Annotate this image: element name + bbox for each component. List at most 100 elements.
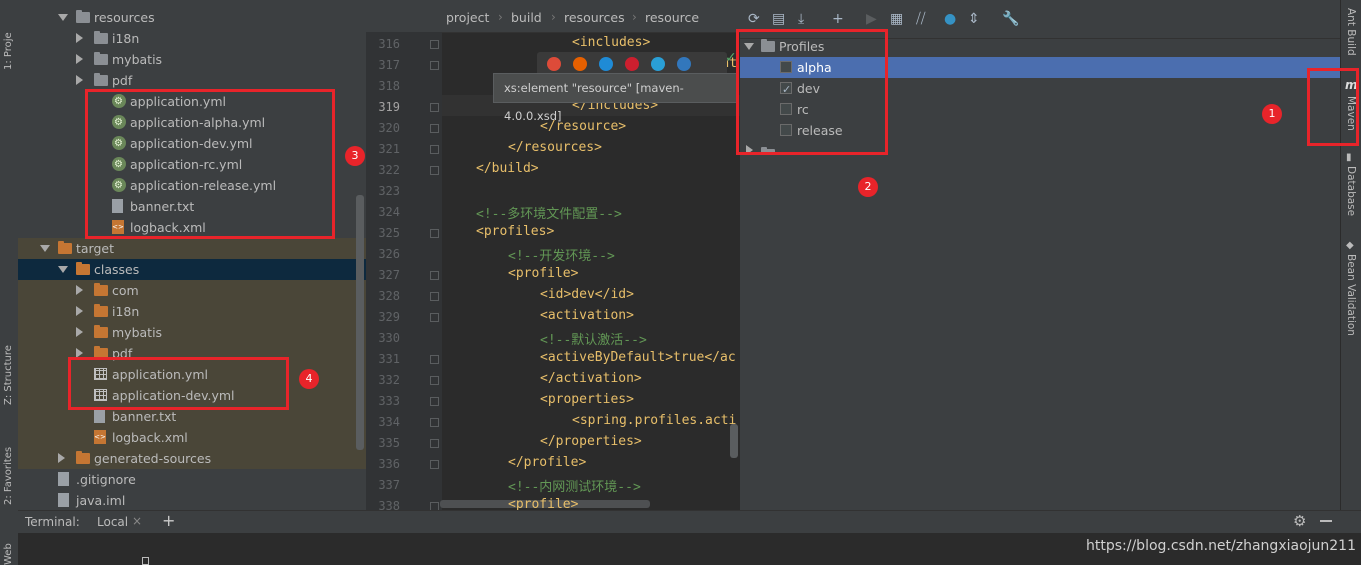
fold-marker-icon[interactable] xyxy=(430,418,439,427)
breadcrumb-item-resource[interactable]: resource xyxy=(645,10,699,25)
fold-marker-icon[interactable] xyxy=(430,271,439,280)
line-number: 316 xyxy=(378,37,400,51)
fold-marker-icon[interactable] xyxy=(430,397,439,406)
close-tab-icon[interactable]: × xyxy=(132,514,142,528)
fold-marker-icon[interactable] xyxy=(430,292,439,301)
tree-row-label: i18n xyxy=(112,31,140,46)
folder-icon xyxy=(76,451,90,464)
tree-row[interactable]: target xyxy=(18,238,366,259)
terminal-cursor xyxy=(142,557,149,565)
generate-sources-icon[interactable]: ▤ xyxy=(772,11,785,27)
tree-row[interactable]: <> logback.xml xyxy=(18,427,366,448)
project-scrollbar[interactable] xyxy=(356,195,364,450)
folder-icon xyxy=(94,52,108,65)
tree-row-label: target xyxy=(76,241,115,256)
tree-row[interactable]: classes xyxy=(18,259,366,280)
opera-icon[interactable] xyxy=(625,57,639,71)
fold-marker-icon[interactable] xyxy=(430,229,439,238)
annotation-badge-1: 1 xyxy=(1262,104,1282,124)
chevron-right-icon[interactable] xyxy=(76,54,83,64)
chevron-down-icon[interactable] xyxy=(58,14,68,21)
chevron-down-icon[interactable] xyxy=(58,266,68,273)
line-number: 324 xyxy=(378,205,400,219)
breadcrumb-item-project[interactable]: project xyxy=(446,10,489,25)
tree-row[interactable]: .gitignore xyxy=(18,469,366,490)
terminal-label: Terminal: xyxy=(25,515,80,529)
chrome-icon[interactable] xyxy=(547,57,561,71)
breadcrumb-item-resources[interactable]: resources xyxy=(564,10,625,25)
line-number: 327 xyxy=(378,268,400,282)
editor-scrollbar[interactable] xyxy=(730,424,738,458)
add-icon[interactable]: + xyxy=(832,11,844,27)
folder-icon xyxy=(94,283,108,296)
terminal-tab-bar: Terminal: Local × + ⚙ xyxy=(18,510,1361,534)
text-file-icon xyxy=(58,493,69,507)
code-line: <profile> xyxy=(508,266,579,281)
fold-marker-icon[interactable] xyxy=(430,502,439,510)
tree-row-label: mybatis xyxy=(112,325,163,340)
fold-marker-icon[interactable] xyxy=(430,376,439,385)
fold-marker-icon[interactable] xyxy=(430,124,439,133)
tree-row-label: .gitignore xyxy=(76,472,136,487)
chevron-right-icon[interactable] xyxy=(76,33,83,43)
settings-wrench-icon[interactable]: 🔧 xyxy=(1002,11,1019,27)
folder-icon xyxy=(94,304,108,317)
tree-row[interactable]: mybatis xyxy=(18,49,366,70)
fold-marker-icon[interactable] xyxy=(430,40,439,49)
firefox-icon[interactable] xyxy=(573,57,587,71)
code-line: <!--多环境文件配置--> xyxy=(476,207,622,222)
safari-icon[interactable] xyxy=(599,57,613,71)
breadcrumb-item-build[interactable]: build xyxy=(511,10,542,25)
line-number: 325 xyxy=(378,226,400,240)
edge-icon[interactable] xyxy=(677,57,691,71)
line-number: 321 xyxy=(378,142,400,156)
tree-row[interactable]: generated-sources xyxy=(18,448,366,469)
chevron-down-icon[interactable] xyxy=(40,245,50,252)
tree-row-label: classes xyxy=(94,262,140,277)
minimize-icon[interactable] xyxy=(1320,520,1332,522)
fold-marker-icon[interactable] xyxy=(430,166,439,175)
run-icon[interactable]: ▶ xyxy=(866,11,877,27)
toggle-offline-icon[interactable]: ⧸⧸ xyxy=(916,11,926,27)
tree-row[interactable]: com xyxy=(18,280,366,301)
annotation-badge-2: 2 xyxy=(858,177,878,197)
fold-marker-icon[interactable] xyxy=(430,61,439,70)
ie-icon[interactable] xyxy=(651,57,665,71)
code-line: <id>dev</id> xyxy=(540,287,634,302)
code-line: <!--内网测试环境--> xyxy=(508,480,641,495)
download-icon[interactable]: ⤓ xyxy=(798,11,804,27)
code-line: <profile> xyxy=(508,497,579,510)
line-number: 318 xyxy=(378,79,400,93)
chevron-right-icon[interactable] xyxy=(76,75,83,85)
fold-marker-icon[interactable] xyxy=(430,313,439,322)
folder-icon xyxy=(76,262,90,275)
skip-tests-icon[interactable]: ● xyxy=(944,11,956,27)
new-terminal-button[interactable]: + xyxy=(162,511,175,530)
chevron-right-icon[interactable] xyxy=(76,327,83,337)
tree-row[interactable]: i18n xyxy=(18,28,366,49)
terminal-tab-local[interactable]: Local xyxy=(97,515,128,529)
fold-marker-icon[interactable] xyxy=(430,355,439,364)
bean-icon: ◆ xyxy=(1346,240,1354,251)
watermark: https://blog.csdn.net/zhangxiaojun211 xyxy=(1086,538,1356,554)
text-file-icon xyxy=(94,409,105,423)
fold-marker-icon[interactable] xyxy=(430,439,439,448)
tree-row[interactable]: resources xyxy=(18,7,366,28)
gear-icon[interactable]: ⚙ xyxy=(1293,512,1306,530)
line-number: 335 xyxy=(378,436,400,450)
tree-row[interactable]: mybatis xyxy=(18,322,366,343)
refresh-icon[interactable]: ⟳ xyxy=(748,11,760,27)
run-config-icon[interactable]: ▦ xyxy=(890,11,903,27)
fold-marker-icon[interactable] xyxy=(430,145,439,154)
chevron-right-icon[interactable] xyxy=(76,285,83,295)
tree-row[interactable]: i18n xyxy=(18,301,366,322)
chevron-right-icon[interactable] xyxy=(58,453,65,463)
chevron-right-icon[interactable] xyxy=(76,306,83,316)
fold-marker-icon[interactable] xyxy=(430,103,439,112)
collapse-icon[interactable]: ⇕ xyxy=(968,11,980,27)
line-number: 333 xyxy=(378,394,400,408)
tree-row[interactable]: pdf xyxy=(18,70,366,91)
tree-row-label: java.iml xyxy=(76,493,126,508)
tree-row[interactable]: java.iml xyxy=(18,490,366,510)
fold-marker-icon[interactable] xyxy=(430,460,439,469)
